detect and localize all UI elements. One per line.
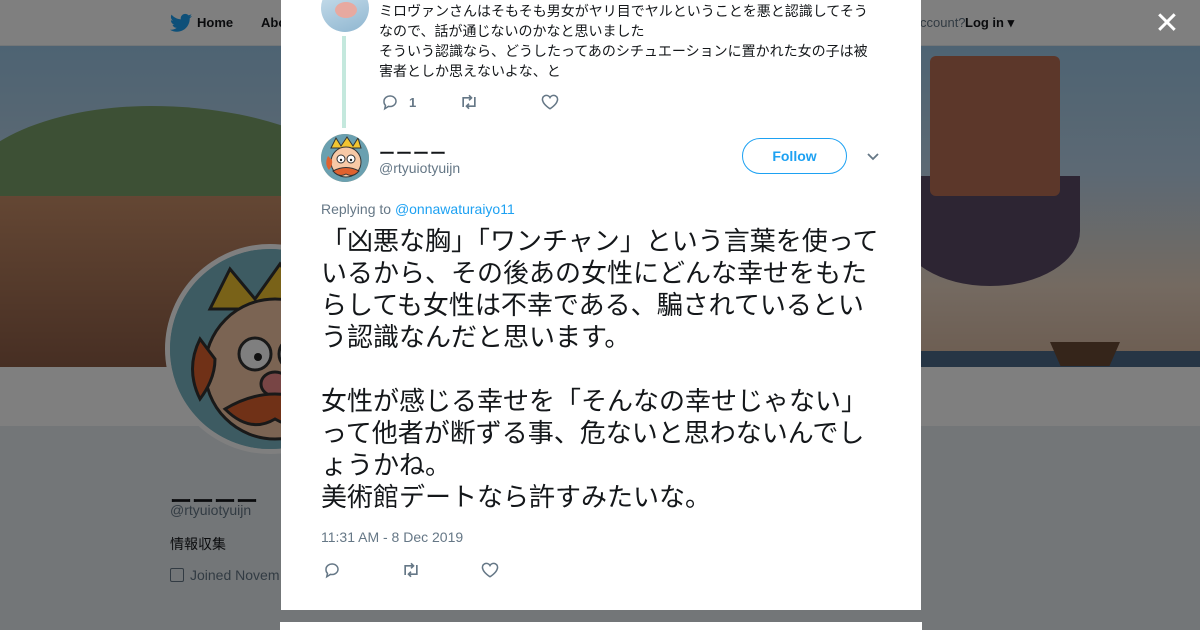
replying-to: Replying to @onnawaturaiyo11	[321, 201, 515, 217]
tweet-timestamp[interactable]: 11:31 AM - 8 Dec 2019	[321, 529, 463, 545]
replying-to-label: Replying to	[321, 201, 392, 217]
king-character-icon	[321, 134, 369, 182]
tweet-permalink-modal: ミロヴァンさんはそもそも男女がヤリ目でヤルということを悪と認識してそう なので、…	[281, 0, 921, 610]
tweet-text: 「凶悪な胸」「ワンチャン」という言葉を使っているから、その後あの女性にどんな幸せ…	[321, 226, 886, 514]
reply-icon	[383, 95, 397, 111]
reply-button[interactable]	[323, 560, 341, 580]
previous-tweet-line: なので、話が通じないのかなと思いました	[379, 24, 645, 40]
tweet-author-handle[interactable]: @rtyuiotyuijn	[379, 160, 460, 176]
chevron-down-icon[interactable]	[865, 148, 881, 164]
close-icon[interactable]: ✕	[1153, 9, 1181, 39]
like-button[interactable]	[481, 560, 499, 580]
tweet-paragraph: 「凶悪な胸」「ワンチャン」という言葉を使っているから、その後あの女性にどんな幸せ…	[321, 227, 879, 353]
retweet-button[interactable]	[401, 560, 421, 580]
previous-tweet-line: 害者としか思えないよな、と	[379, 64, 561, 80]
thread-connector-line	[342, 36, 346, 128]
previous-tweet-avatar[interactable]	[321, 0, 369, 32]
heart-icon	[541, 94, 559, 110]
previous-tweet-text: ミロヴァンさんはそもそも男女がヤリ目でヤルということを悪と認識してそう なので、…	[379, 2, 879, 82]
reply-button[interactable]: 1	[381, 92, 416, 112]
retweet-icon	[404, 562, 418, 578]
tweet-author-avatar[interactable]	[321, 134, 369, 182]
follow-button[interactable]: Follow	[742, 138, 847, 174]
avatar-figure	[335, 2, 357, 18]
replying-to-handle[interactable]: @onnawaturaiyo11	[395, 201, 515, 217]
previous-tweet-line: そういう認識なら、どうしたってあのシチュエーションに置かれた女の子は被	[379, 44, 868, 60]
previous-tweet-line: ミロヴァンさんはそもそも男女がヤリ目でヤルということを悪と認識してそう	[379, 4, 868, 20]
reply-icon	[325, 563, 339, 579]
reply-count: 1	[409, 94, 417, 110]
retweet-icon	[462, 94, 476, 110]
tweet-paragraph: 美術館デートなら許すみたいな。	[321, 483, 712, 513]
heart-icon	[481, 562, 499, 578]
like-button[interactable]	[541, 92, 559, 112]
next-modal-edge	[280, 622, 922, 630]
tweet-paragraph: 女性が感じる幸せを「そんなの幸せじゃない」って他者が断ずる事、危ないと思わないん…	[321, 387, 868, 481]
retweet-button[interactable]	[459, 92, 479, 112]
